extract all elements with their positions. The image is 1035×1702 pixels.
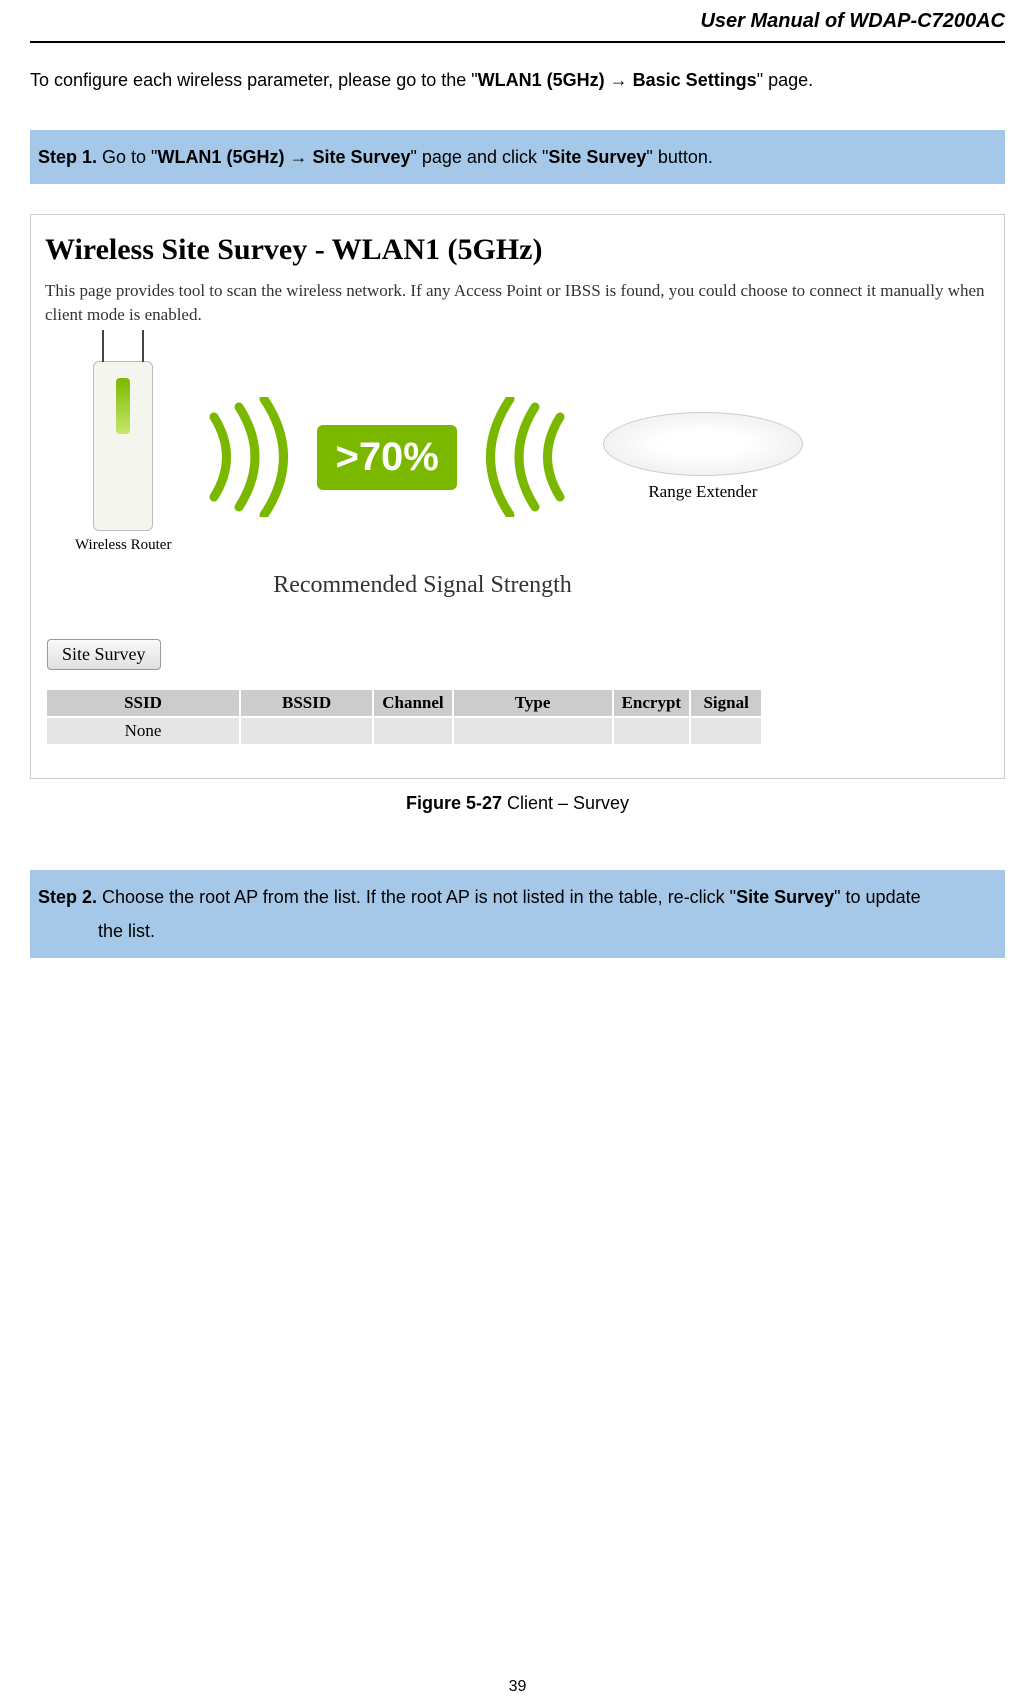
figure-title: Wireless Site Survey - WLAN1 (5GHz)	[45, 233, 990, 267]
step1-label: Step 1.	[38, 147, 97, 167]
figure-caption-num: Figure 5-27	[406, 793, 502, 813]
router-block: Wireless Router	[75, 361, 171, 554]
col-encrypt: Encrypt	[614, 690, 690, 716]
survey-table: SSID BSSID Channel Type Encrypt Signal N…	[45, 688, 763, 746]
page-number: 39	[30, 1678, 1005, 1702]
col-signal: Signal	[691, 690, 761, 716]
step2-box: Step 2. Choose the root AP from the list…	[30, 870, 1005, 958]
intro-suffix: " page.	[757, 70, 813, 90]
step2-label: Step 2.	[38, 887, 97, 907]
extender-icon	[603, 412, 803, 476]
cell-empty	[454, 718, 612, 744]
cell-empty	[691, 718, 761, 744]
step1-t1: Go to "	[97, 147, 157, 167]
extender-block: Range Extender	[603, 412, 803, 502]
signal-diagram: Wireless Router >70% Range Extender	[45, 351, 990, 564]
cell-ssid-none: None	[47, 718, 239, 744]
router-label: Wireless Router	[75, 537, 171, 554]
site-survey-button[interactable]: Site Survey	[47, 639, 161, 670]
table-row: None	[47, 718, 761, 744]
step1-t2: " page and click "	[411, 147, 549, 167]
figure-caption: Figure 5-27 Client – Survey	[30, 793, 1005, 814]
signal-waves-right-icon	[485, 397, 575, 517]
header-rule	[30, 41, 1005, 43]
step1-box: Step 1. Go to "WLAN1 (5GHz) → Site Surve…	[30, 130, 1005, 184]
signal-percent-badge: >70%	[317, 425, 456, 490]
recommended-strength-label: Recommended Signal Strength	[0, 572, 990, 599]
step2-t3: the list.	[38, 914, 997, 948]
signal-waves-left-icon	[199, 397, 289, 517]
step2-bold1: Site Survey	[736, 887, 834, 907]
cell-empty	[374, 718, 451, 744]
step1-bold2: Site Survey	[548, 147, 646, 167]
cell-empty	[241, 718, 372, 744]
figure-screenshot: Wireless Site Survey - WLAN1 (5GHz) This…	[30, 214, 1005, 779]
figure-caption-rest: Client – Survey	[502, 793, 629, 813]
intro-paragraph: To configure each wireless parameter, pl…	[30, 67, 1005, 94]
page-header: User Manual of WDAP-C7200AC	[30, 0, 1005, 41]
step2-t1: Choose the root AP from the list. If the…	[97, 887, 736, 907]
step1-t3: " button.	[646, 147, 712, 167]
col-type: Type	[454, 690, 612, 716]
extender-label: Range Extender	[603, 482, 803, 502]
col-bssid: BSSID	[241, 690, 372, 716]
col-ssid: SSID	[47, 690, 239, 716]
col-channel: Channel	[374, 690, 451, 716]
cell-empty	[614, 718, 690, 744]
figure-desc: This page provides tool to scan the wire…	[45, 279, 990, 327]
intro-bold: WLAN1 (5GHz) → Basic Settings	[478, 70, 757, 90]
router-icon	[93, 361, 153, 531]
intro-prefix: To configure each wireless parameter, pl…	[30, 70, 478, 90]
step2-t2: " to update	[834, 887, 920, 907]
step1-bold1: WLAN1 (5GHz) → Site Survey	[157, 147, 410, 167]
